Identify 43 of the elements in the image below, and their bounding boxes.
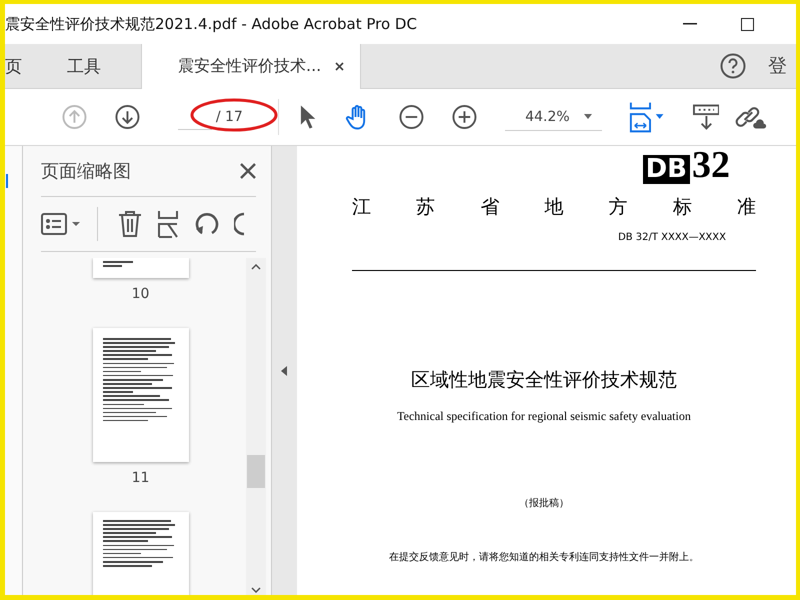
close-icon[interactable] [335,62,344,71]
panel-indicator [6,174,8,188]
standard-logo-number: 32 [692,146,730,184]
page-total: / 17 [216,109,243,125]
maximize-icon[interactable] [741,18,754,30]
document-tab[interactable]: 震安全性评价技术... [141,44,361,89]
help-icon[interactable] [720,53,746,79]
scroll-down-icon[interactable] [251,587,261,593]
collapse-icon[interactable] [281,366,287,376]
caret-icon [584,114,592,119]
standard-logo: DB [642,155,690,184]
pointer-icon[interactable] [299,104,317,130]
panel-title: 页面缩略图 [41,160,131,183]
issuer-heading: 江苏省地方标准 [352,195,757,220]
scroll-mode-icon[interactable] [692,103,720,131]
zoom-in-icon[interactable] [452,104,478,130]
close-icon[interactable] [240,163,256,179]
window-title: 震安全性评价技术规范2021.4.pdf - Adobe Acrobat Pro DC [5,14,418,34]
options-icon[interactable] [41,212,83,236]
nav-tab[interactable]: 页 [5,44,37,88]
page-number-label: 11 [132,470,150,486]
page-number-label: 10 [132,286,150,302]
document-subtitle: Technical specification for regional seismic safety evaluation [397,409,692,424]
page-thumbnail[interactable] [92,258,188,278]
document-title: 区域性地震安全性评价技术规范 [411,368,678,393]
scroll-up-icon[interactable] [251,264,261,270]
scrollbar-thumb[interactable] [247,455,265,488]
page-thumbnail[interactable] [92,512,188,595]
draft-status: （报批稿） [519,496,570,510]
trash-icon[interactable] [118,210,142,238]
minimize-icon[interactable] [683,23,697,25]
nav-tab[interactable]: 工具 [37,44,141,88]
page-thumbnail[interactable] [92,328,188,462]
standard-number: DB 32/T XXXX—XXXX [618,232,726,243]
notice-text: 在提交反馈意见时，请将您知道的相关专利连同支持性文件一并附上。 [389,550,700,564]
rotate-right-icon[interactable] [234,211,244,237]
extract-page-icon[interactable] [156,210,180,238]
next-page-icon[interactable] [114,104,140,130]
sign-in-link[interactable]: 登 [768,53,796,79]
zoom-out-icon[interactable] [399,104,424,130]
rotate-left-icon[interactable] [194,211,220,237]
zoom-field[interactable]: 44.2% [505,103,602,131]
scrollbar[interactable] [246,258,266,595]
